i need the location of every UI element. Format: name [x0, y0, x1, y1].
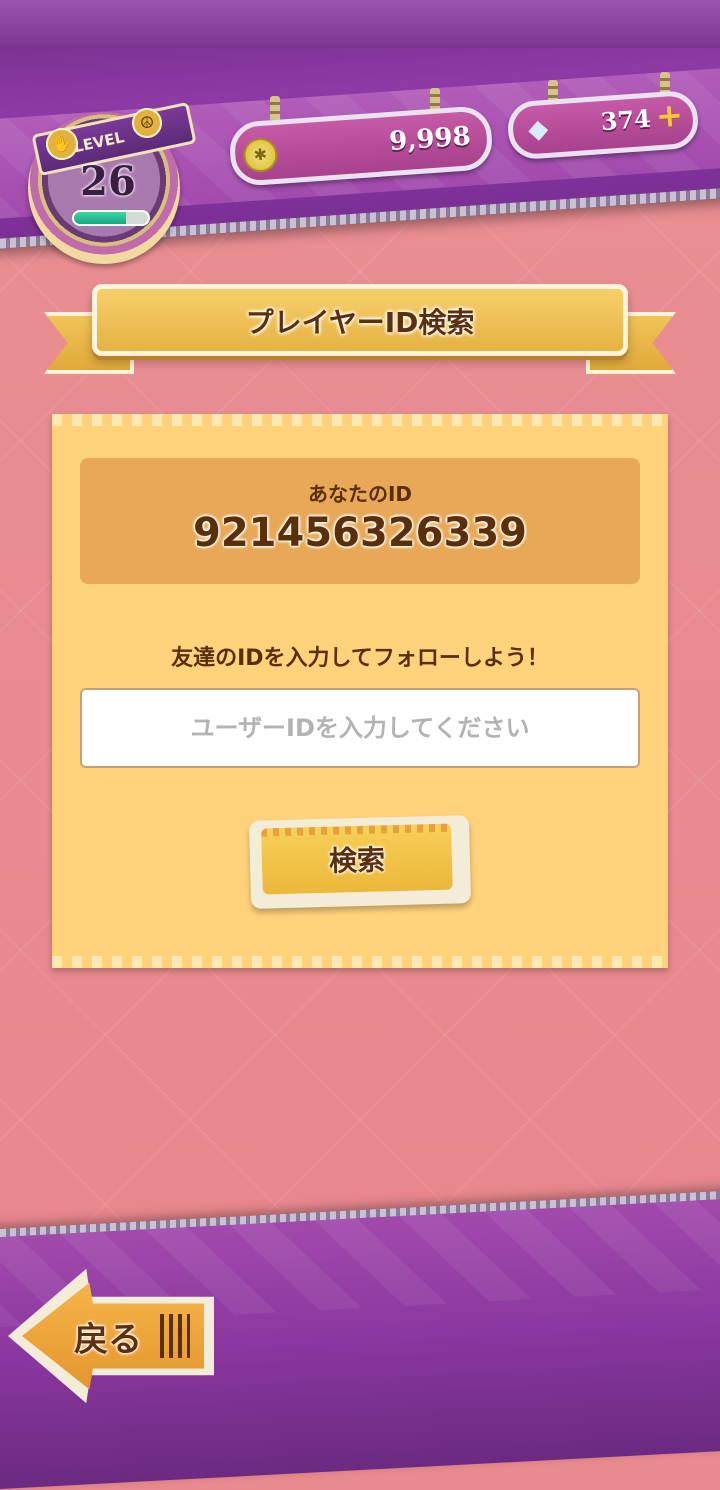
- my-id-box: あなたのID 921456326339: [80, 458, 640, 584]
- title-ribbon: プレイヤーID検索: [92, 284, 628, 356]
- search-panel: あなたのID 921456326339 友達のIDを入力してフォローしよう！ 検…: [52, 414, 668, 968]
- plus-icon[interactable]: +: [653, 95, 685, 135]
- coin-icon: ✱: [242, 136, 279, 174]
- level-progress-bar: [72, 210, 150, 226]
- gem-icon: ◆: [527, 113, 550, 146]
- level-number: 26: [80, 158, 136, 205]
- search-button-frame: 検索: [248, 815, 472, 909]
- peace-icon: ☮: [132, 108, 162, 138]
- back-button[interactable]: 戻る: [8, 1266, 214, 1406]
- my-id-value: 921456326339: [193, 510, 527, 556]
- back-button-label: 戻る: [74, 1320, 142, 1360]
- user-id-input[interactable]: [80, 688, 640, 768]
- top-stripe: [0, 0, 720, 48]
- instruction-text: 友達のIDを入力してフォローしよう！: [171, 646, 549, 671]
- page-title: プレイヤーID検索: [245, 306, 475, 339]
- gem-value: 374: [599, 103, 652, 137]
- back-stripes: [160, 1314, 190, 1358]
- search-button[interactable]: 検索: [261, 823, 453, 895]
- my-id-label: あなたのID: [307, 482, 413, 506]
- level-progress-fill: [74, 212, 126, 224]
- coin-value: 9,998: [388, 121, 472, 157]
